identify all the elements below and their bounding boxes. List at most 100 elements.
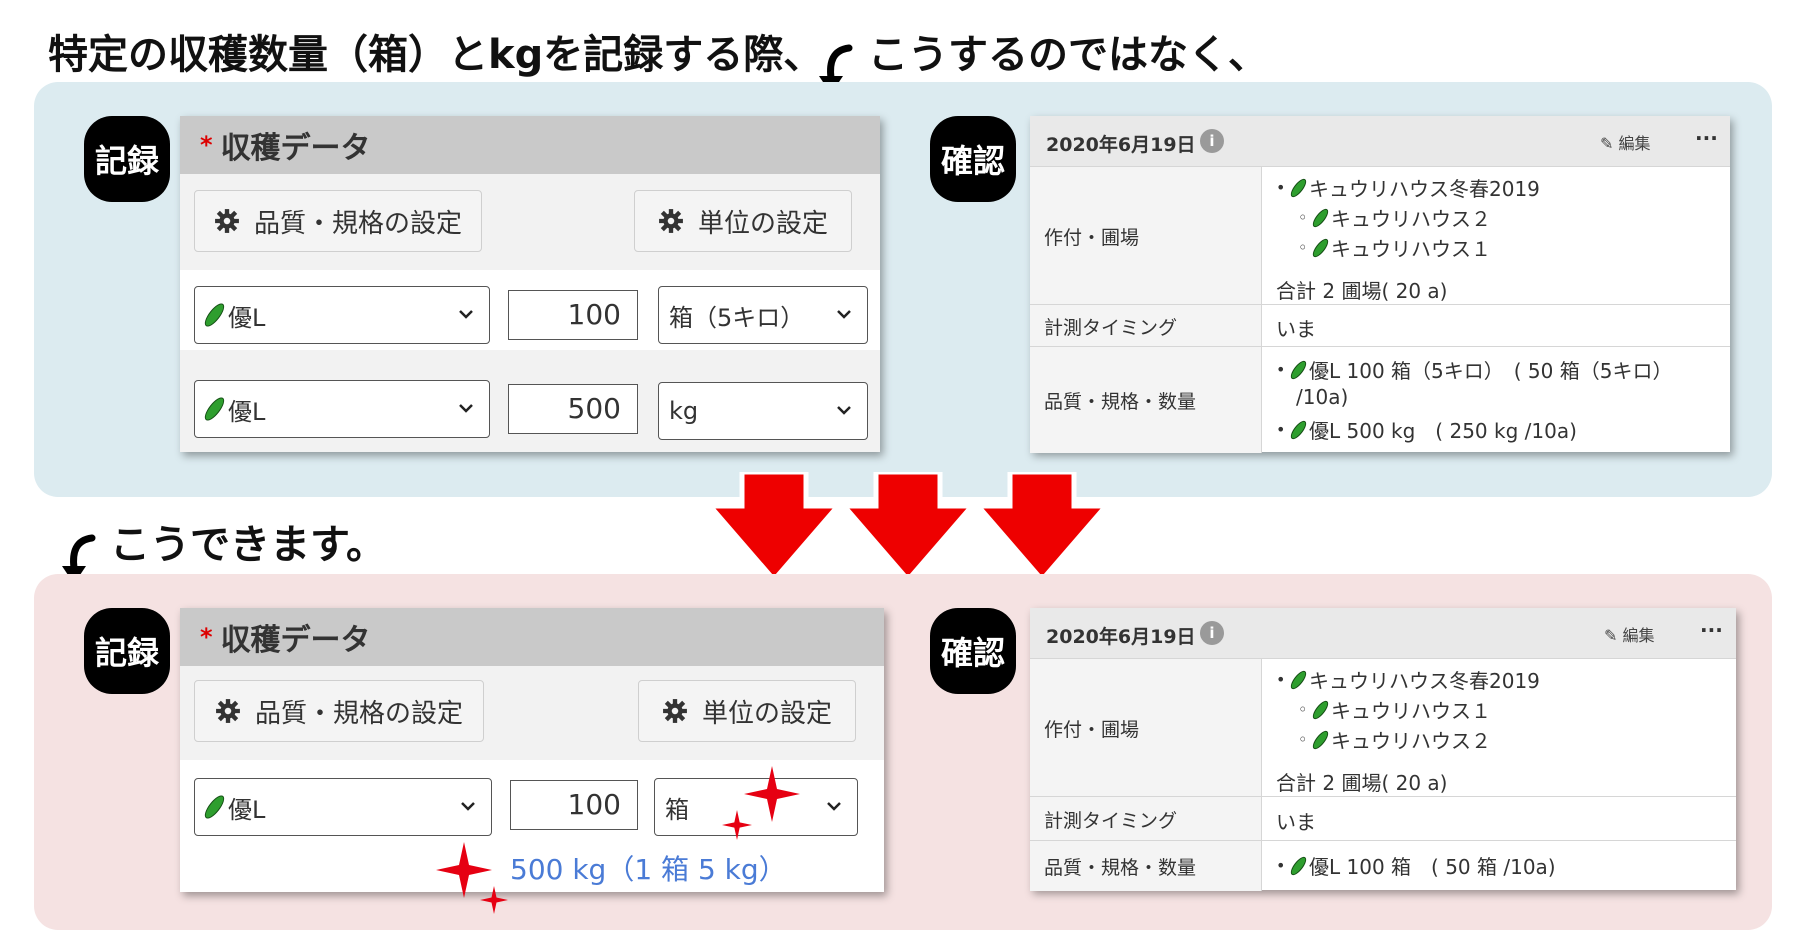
cucumber-icon [1310,698,1331,721]
heading-middle: こうできます。 [110,522,386,568]
unit-settings-button[interactable]: 単位の設定 [634,190,852,252]
info-icon[interactable]: i [1200,621,1224,645]
unit-value: kg [669,397,699,425]
cucumber-icon [1288,418,1309,441]
crop-total: 合計 2 圃場( 20 a) [1276,771,1448,795]
edit-label: 編集 [1622,626,1655,645]
crop-sub: キュウリハウス２ [1331,207,1491,231]
quantity-input[interactable]: 100 [508,290,638,340]
timing-value: いま [1276,810,1316,834]
cucumber-icon [201,394,228,424]
timing-row: 計測タイミング いま [1030,304,1730,347]
record-date: 2020年6月19日 [1046,134,1196,156]
timing-value: いま [1276,317,1316,341]
sparkle-icon [480,886,508,914]
crop-sub: キュウリハウス１ [1331,699,1491,723]
crop-value: • キュウリハウス冬春2019 ◦ キュウリハウス１ ◦ キュウリハウス２ 合計 2 … [1262,659,1736,797]
edit-button[interactable]: ✎ 編集 [1600,130,1651,154]
cucumber-icon [1310,206,1331,229]
form-title: 収穫データ [220,131,371,166]
quality-label: 品質・規格・数量 [1030,841,1262,891]
more-menu-icon[interactable]: ··· [1700,618,1723,642]
edit-button[interactable]: ✎ 編集 [1604,622,1655,646]
required-mark: * [200,131,213,159]
quality-line: 優L 100 箱 ( 50 箱 /10a) [1309,855,1556,879]
crop-label: 作付・圃場 [1030,659,1262,797]
form-header: * 収穫データ [180,116,880,174]
unit-value: 箱 [665,795,689,824]
down-arrows [704,472,1112,584]
crop-row: 作付・圃場 • キュウリハウス冬春2019 ◦ キュウリハウス１ ◦ キュウリハウス２… [1030,658,1736,797]
heading-top: 特定の収穫数量（箱）とkgを記録する際、 [48,32,824,78]
cucumber-icon [201,300,228,330]
grade-select[interactable]: 優L [194,286,490,344]
heading-top-right: こうするのではなく、 [868,32,1268,78]
cucumber-icon [1288,176,1309,199]
crop-main: キュウリハウス冬春2019 [1309,669,1540,693]
quality-row: 品質・規格・数量 • 優L 100 箱（5キロ） ( 50 箱（5キロ） /10a… [1030,346,1730,453]
more-menu-icon[interactable]: ··· [1695,126,1718,150]
unit-select[interactable]: 箱（5キロ） [658,286,868,344]
timing-row: 計測タイミング いま [1030,796,1736,841]
confirm-header: 2020年6月19日 i ✎ 編集 ··· [1030,116,1730,166]
confirm-card: 2020年6月19日 i ✎ 編集 ··· 作付・圃場 • キュウリハウス冬春20… [1030,116,1730,453]
confirm-card: 2020年6月19日 i ✎ 編集 ··· 作付・圃場 • キュウリハウス冬春20… [1030,608,1736,891]
info-icon[interactable]: i [1200,129,1224,153]
gear-icon [663,699,687,723]
crop-sub: キュウリハウス２ [1331,729,1491,753]
crop-main: キュウリハウス冬春2019 [1309,177,1540,201]
gear-icon [659,209,683,233]
grade-value: 優L [228,303,266,332]
quality-line: 優L 500 kg ( 250 kg /10a) [1309,419,1577,443]
sparkle-icon [744,766,800,822]
crop-label: 作付・圃場 [1030,167,1262,305]
form-header: * 収穫データ [180,608,884,666]
form-title: 収穫データ [220,623,371,658]
cucumber-icon [1288,358,1309,381]
gear-icon [215,209,239,233]
timing-label: 計測タイミング [1030,797,1262,841]
quality-label: 品質・規格・数量 [1030,347,1262,453]
record-date: 2020年6月19日 [1046,626,1196,648]
chevron-down-icon [837,310,851,319]
crop-row: 作付・圃場 • キュウリハウス冬春2019 ◦ キュウリハウス２ ◦ キュウリハウス１… [1030,166,1730,305]
quality-row: 品質・規格・数量 • 優L 100 箱 ( 50 箱 /10a) [1030,840,1736,891]
record-badge: 記録 [84,116,170,202]
confirm-badge: 確認 [930,116,1016,202]
quality-settings-label: 品質・規格の設定 [253,208,462,239]
down-arrow-icon [704,472,844,584]
harvest-form: * 収穫データ 品質・規格の設定 単位の設定 優L 100 箱 500 kg（1… [180,608,884,892]
unit-settings-label: 単位の設定 [697,208,828,239]
quality-settings-button[interactable]: 品質・規格の設定 [194,190,482,252]
timing-label: 計測タイミング [1030,305,1262,347]
conversion-hint: 500 kg（1 箱 5 kg） [510,853,787,886]
confirm-badge: 確認 [930,608,1016,694]
grade-value: 優L [228,397,266,426]
gear-icon [216,699,240,723]
chevron-down-icon [459,310,473,319]
quality-settings-button[interactable]: 品質・規格の設定 [194,680,484,742]
grade-select[interactable]: 優L [194,778,492,836]
unit-select[interactable]: kg [658,382,868,440]
cucumber-icon [1288,854,1309,877]
crop-sub: キュウリハウス１ [1331,237,1491,261]
chevron-down-icon [837,406,851,415]
edit-label: 編集 [1618,134,1651,153]
required-mark: * [200,623,213,651]
sparkle-icon [722,810,752,840]
quality-settings-label: 品質・規格の設定 [254,698,463,729]
cucumber-icon [1310,236,1331,259]
cucumber-icon [1310,728,1331,751]
grade-select[interactable]: 優L [194,380,490,438]
grade-value: 優L [228,795,266,824]
unit-settings-label: 単位の設定 [701,698,832,729]
quantity-input[interactable]: 500 [508,384,638,434]
quality-line-cont: /10a) [1296,385,1349,409]
record-badge: 記録 [84,608,170,694]
quantity-input[interactable]: 100 [510,780,638,830]
unit-value: 箱（5キロ） [669,303,805,332]
cucumber-icon [1288,668,1309,691]
cucumber-icon [201,792,228,822]
unit-settings-button[interactable]: 単位の設定 [638,680,856,742]
crop-total: 合計 2 圃場( 20 a) [1276,279,1448,303]
